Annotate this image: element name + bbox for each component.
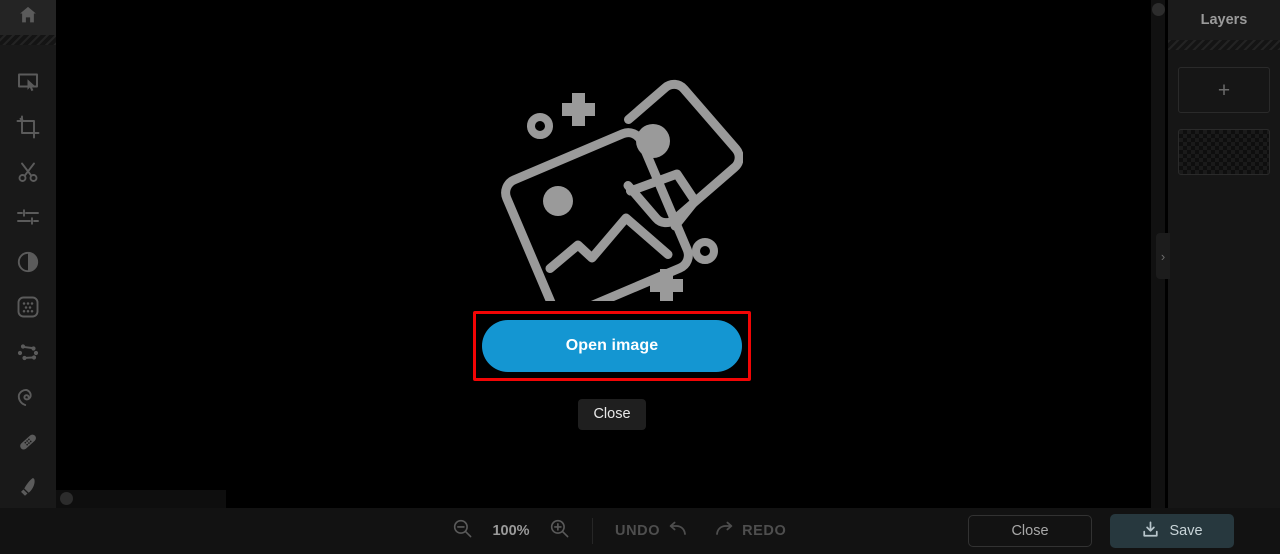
open-image-button[interactable]: Open image	[482, 319, 742, 372]
tool-list	[0, 45, 56, 554]
scissors-icon	[15, 159, 41, 185]
nodes-icon	[15, 339, 41, 365]
sidebar-item-texture-tool[interactable]	[0, 284, 56, 329]
zoom-out-button[interactable]	[452, 518, 473, 544]
layers-list: +	[1168, 50, 1280, 175]
open-image-container: Open image	[473, 310, 751, 381]
redo-label: REDO	[742, 523, 787, 539]
footer-close-button[interactable]: Close	[968, 515, 1092, 547]
home-icon	[17, 4, 39, 31]
undo-arrow-icon	[668, 521, 688, 541]
tool-rail	[0, 0, 56, 554]
home-button[interactable]	[0, 0, 56, 35]
sidebar-item-contrast-tool[interactable]	[0, 239, 56, 284]
sliders-icon	[15, 204, 41, 230]
canvas-vertical-scrollbar-thumb[interactable]	[1152, 3, 1165, 16]
list-item[interactable]	[1178, 129, 1270, 175]
layers-panel: Layers +	[1168, 0, 1280, 508]
zoom-out-icon	[452, 518, 473, 544]
chevron-right-icon: ›	[1160, 248, 1166, 264]
sidebar-item-select-tool[interactable]	[0, 59, 56, 104]
undo-label: UNDO	[615, 523, 661, 539]
sidebar-item-adjust-tool[interactable]	[0, 194, 56, 239]
sidebar-item-brush-tool[interactable]	[0, 464, 56, 509]
zoom-in-icon	[549, 518, 570, 544]
save-button[interactable]: Save	[1110, 514, 1234, 548]
zoom-level-value: 100%	[492, 523, 530, 539]
two-photos-icon	[481, 79, 744, 320]
sidebar-item-cut-tool[interactable]	[0, 149, 56, 194]
sidebar-item-smudge-tool[interactable]	[0, 374, 56, 419]
bottom-toolbar: 100% UNDO REDO Close Save	[0, 508, 1280, 554]
sidebar-item-heal-tool[interactable]	[0, 419, 56, 464]
crop-icon	[15, 114, 41, 140]
contrast-circle-icon	[15, 249, 41, 275]
dotted-square-icon	[15, 294, 41, 320]
undo-button[interactable]: UNDO	[615, 521, 688, 541]
history-controls: UNDO REDO	[615, 521, 786, 541]
toolbar-divider	[592, 518, 593, 544]
canvas-horizontal-scrollbar[interactable]	[56, 490, 226, 508]
collapse-panel-button[interactable]: ›	[1156, 233, 1170, 279]
canvas-area[interactable]: Open image Close	[56, 0, 1168, 508]
redo-arrow-icon	[714, 521, 734, 541]
download-icon	[1141, 520, 1160, 543]
layers-divider	[1168, 40, 1280, 50]
bandage-icon	[15, 429, 41, 455]
sidebar-item-crop-tool[interactable]	[0, 104, 56, 149]
plus-icon: +	[1217, 78, 1231, 102]
close-placeholder-button[interactable]: Close	[578, 398, 646, 430]
add-layer-button[interactable]: +	[1178, 67, 1270, 113]
redo-button[interactable]: REDO	[714, 521, 786, 541]
save-label: Save	[1169, 523, 1203, 539]
brush-icon	[15, 474, 41, 500]
zoom-controls: 100%	[452, 518, 570, 544]
rail-divider	[0, 35, 56, 45]
empty-state: Open image Close	[56, 0, 1168, 508]
sidebar-item-curves-tool[interactable]	[0, 329, 56, 374]
spiral-icon	[15, 384, 41, 410]
canvas-horizontal-scrollbar-thumb[interactable]	[60, 492, 73, 505]
action-buttons: Close Save	[968, 508, 1280, 554]
zoom-in-button[interactable]	[549, 518, 570, 544]
image-editor-window: Open image Close Layers + › 100% UNDO RE…	[0, 0, 1280, 554]
layers-panel-title: Layers	[1168, 0, 1280, 40]
marquee-select-icon	[15, 69, 41, 95]
